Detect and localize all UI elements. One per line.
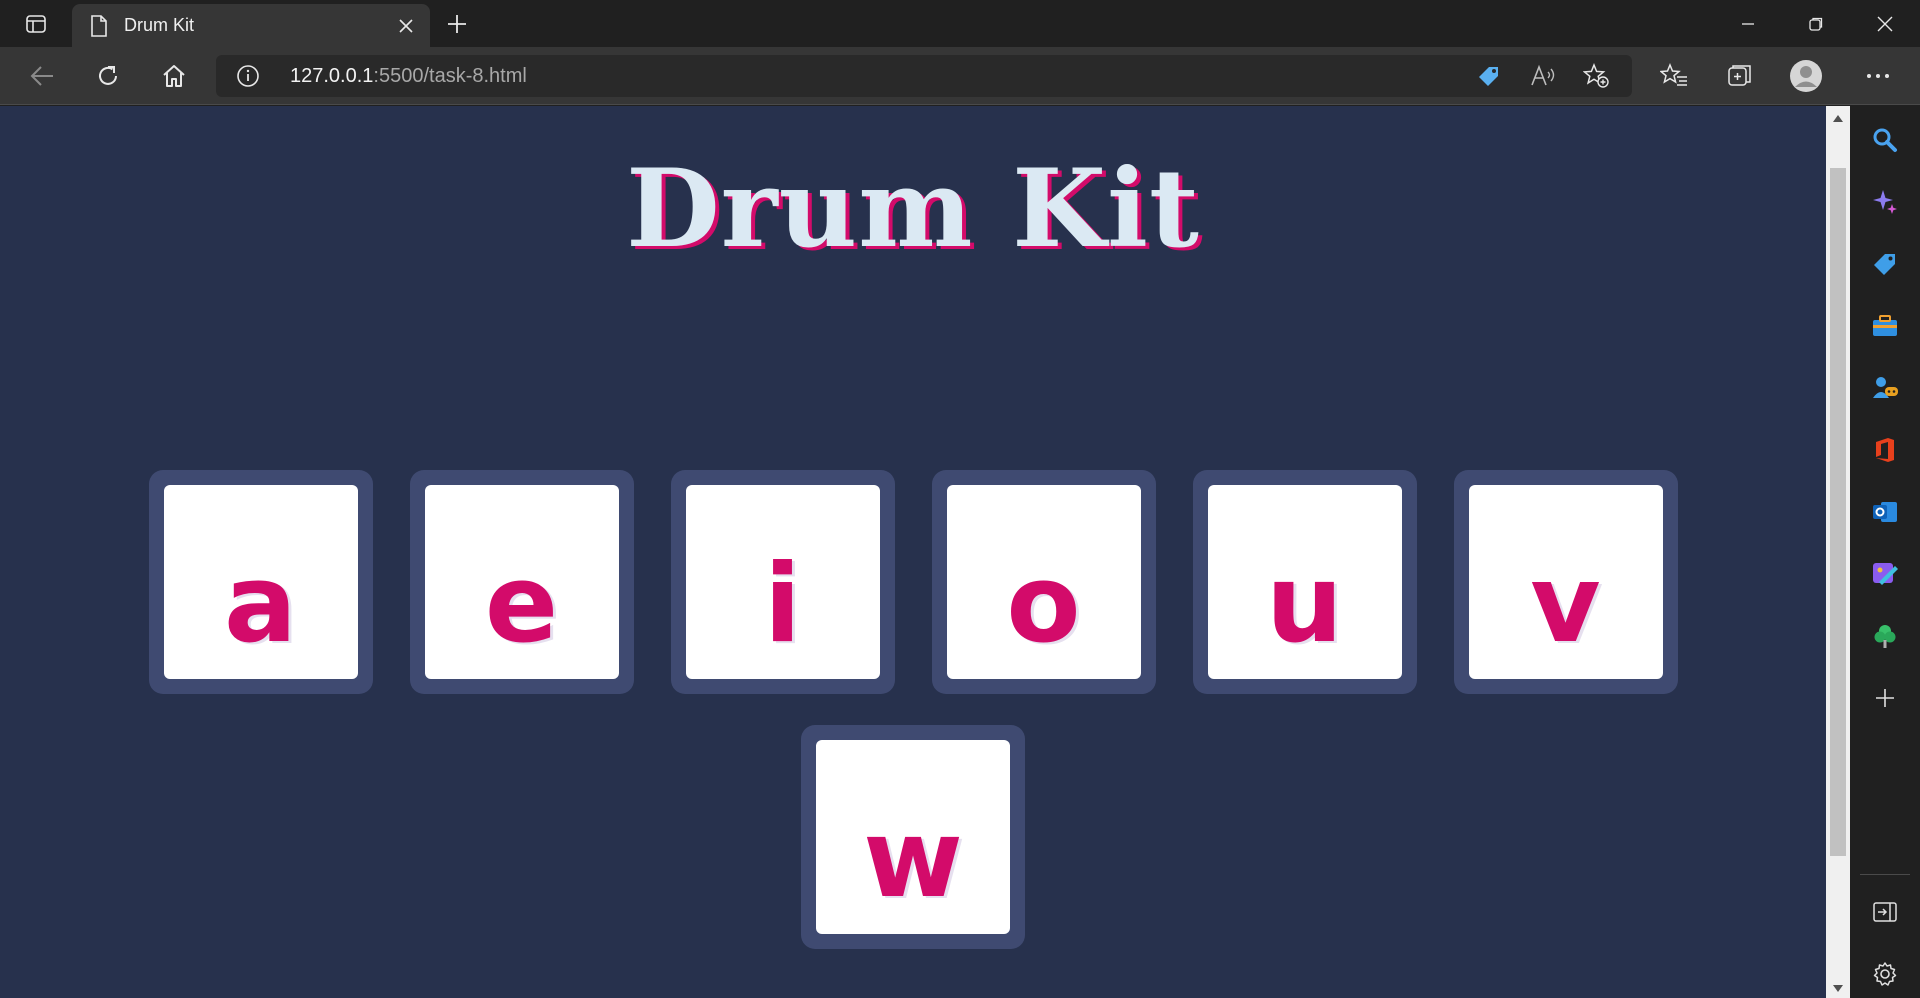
shopping-tag-icon[interactable] bbox=[1474, 62, 1504, 90]
scrollbar-thumb[interactable] bbox=[1830, 168, 1846, 856]
drum-key-w[interactable]: w bbox=[801, 725, 1025, 949]
browser-tab[interactable]: Drum Kit bbox=[72, 4, 430, 47]
tools-icon[interactable] bbox=[1865, 306, 1905, 346]
profile-avatar-icon[interactable] bbox=[1786, 56, 1826, 96]
close-window-icon[interactable] bbox=[1855, 0, 1915, 47]
drum-key-i[interactable]: i bbox=[670, 470, 895, 694]
drum-key-o[interactable]: o bbox=[931, 470, 1156, 694]
designer-icon[interactable] bbox=[1865, 554, 1905, 594]
vertical-scrollbar[interactable] bbox=[1826, 106, 1850, 998]
restore-icon[interactable] bbox=[1786, 0, 1846, 47]
drum-key-u[interactable]: u bbox=[1192, 470, 1417, 694]
tab-title: Drum Kit bbox=[124, 15, 195, 35]
more-options-icon[interactable] bbox=[1858, 56, 1898, 96]
drum-keys: a e i o u v w bbox=[0, 470, 1826, 980]
site-info-icon[interactable] bbox=[236, 64, 260, 88]
key-face: a bbox=[163, 485, 358, 679]
sidebar-divider bbox=[1860, 874, 1910, 875]
back-icon[interactable] bbox=[22, 56, 62, 96]
outlook-icon[interactable] bbox=[1865, 492, 1905, 532]
address-bar[interactable]: 127.0.0.1:5500/task-8.html bbox=[216, 55, 1632, 97]
key-letter: e bbox=[484, 542, 559, 667]
page-viewport: Drum Kit a e i o u v w bbox=[0, 106, 1826, 998]
key-letter: v bbox=[1530, 542, 1601, 667]
shopping-tag-icon[interactable] bbox=[1865, 244, 1905, 284]
key-face: o bbox=[946, 485, 1141, 679]
key-letter: u bbox=[1266, 542, 1343, 667]
drop-tree-icon[interactable] bbox=[1865, 616, 1905, 656]
key-letter: a bbox=[224, 542, 297, 667]
home-icon[interactable] bbox=[154, 56, 194, 96]
add-icon[interactable] bbox=[1865, 678, 1905, 718]
games-icon[interactable] bbox=[1865, 368, 1905, 408]
key-letter: o bbox=[1006, 542, 1081, 667]
drum-key-a[interactable]: a bbox=[148, 470, 373, 694]
drum-key-e[interactable]: e bbox=[409, 470, 634, 694]
favorites-icon[interactable] bbox=[1654, 56, 1694, 96]
scroll-down-arrow-icon[interactable] bbox=[1826, 978, 1850, 998]
scroll-up-arrow-icon[interactable] bbox=[1826, 106, 1850, 130]
key-face: e bbox=[424, 485, 619, 679]
drum-key-v[interactable]: v bbox=[1453, 470, 1678, 694]
key-face: v bbox=[1468, 485, 1663, 679]
key-row: a e i o u v bbox=[0, 470, 1826, 694]
key-letter: i bbox=[763, 542, 802, 667]
minimize-icon[interactable] bbox=[1718, 0, 1778, 47]
tab-actions-icon[interactable] bbox=[14, 9, 58, 39]
browser-toolbar: 127.0.0.1:5500/task-8.html bbox=[0, 47, 1920, 105]
title-bar: Drum Kit bbox=[0, 0, 1920, 47]
page-title: Drum Kit bbox=[626, 146, 1200, 272]
add-favorite-icon[interactable] bbox=[1582, 62, 1612, 90]
office-icon[interactable] bbox=[1865, 430, 1905, 470]
search-icon[interactable] bbox=[1865, 120, 1905, 160]
refresh-icon[interactable] bbox=[88, 56, 128, 96]
collections-icon[interactable] bbox=[1720, 56, 1760, 96]
settings-icon[interactable] bbox=[1865, 954, 1905, 994]
key-face: i bbox=[685, 485, 880, 679]
new-tab-icon[interactable] bbox=[438, 6, 476, 42]
key-face: w bbox=[816, 740, 1010, 934]
document-icon bbox=[88, 14, 110, 37]
hide-sidebar-icon[interactable] bbox=[1865, 892, 1905, 932]
url-text: 127.0.0.1:5500/task-8.html bbox=[290, 65, 527, 87]
close-tab-icon[interactable] bbox=[388, 8, 424, 44]
key-letter: w bbox=[863, 797, 963, 922]
copilot-icon[interactable] bbox=[1865, 182, 1905, 222]
edge-sidebar bbox=[1850, 106, 1920, 998]
read-aloud-icon[interactable] bbox=[1528, 62, 1558, 90]
key-face: u bbox=[1207, 485, 1402, 679]
key-row: w bbox=[0, 725, 1826, 949]
